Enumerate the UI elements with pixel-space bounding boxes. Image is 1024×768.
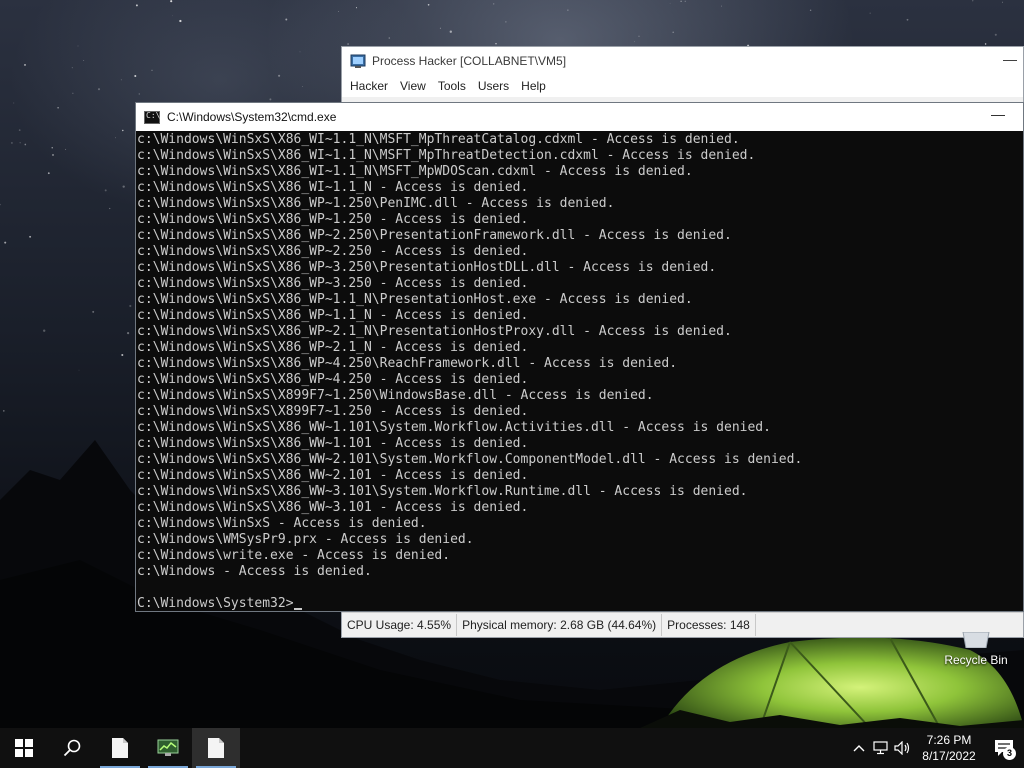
cmd-output-line: c:\Windows\WMSysPr9.prx - Access is deni…: [137, 532, 474, 547]
cmd-output-line: c:\Windows\WinSxS\X86_WP~2.1_N - Access …: [137, 340, 529, 355]
network-icon: [873, 741, 888, 755]
cpu-usage-status: CPU Usage: 4.55%: [342, 614, 458, 636]
minimize-button[interactable]: —: [991, 106, 1005, 122]
cmd-output-line: c:\Windows\WinSxS\X86_WI~1.1_N\MSFT_MpTh…: [137, 132, 740, 147]
cmd-output-line: c:\Windows\WinSxS\X86_WP~3.250\Presentat…: [137, 260, 717, 275]
file-icon: [112, 738, 128, 758]
cmd-output-line: c:\Windows\WinSxS\X86_WW~1.101 - Access …: [137, 436, 529, 451]
cmd-output-line: c:\Windows\WinSxS\X86_WP~2.1_N\Presentat…: [137, 324, 732, 339]
notification-count-badge: 3: [1003, 747, 1016, 760]
menu-hacker[interactable]: Hacker: [344, 75, 394, 97]
taskbar-app-file-2[interactable]: [192, 728, 240, 768]
cmd-titlebar[interactable]: C:\ C:\Windows\System32\cmd.exe —: [136, 103, 1023, 131]
process-hacker-menubar: Hacker View Tools Users Help: [342, 75, 1023, 97]
search-button[interactable]: [48, 728, 96, 768]
clock-date: 8/17/2022: [922, 749, 976, 763]
cmd-output-line: c:\Windows - Access is denied.: [137, 564, 372, 579]
menu-help[interactable]: Help: [515, 75, 552, 97]
cmd-icon: C:\: [144, 110, 160, 124]
cmd-output-line: c:\Windows\WinSxS\X86_WW~3.101\System.Wo…: [137, 484, 748, 499]
cmd-output-line: c:\Windows\WinSxS\X86_WP~1.1_N\Presentat…: [137, 292, 693, 307]
start-button[interactable]: [0, 728, 48, 768]
cmd-output-line: c:\Windows\WinSxS\X86_WP~1.250\PenIMC.dl…: [137, 196, 615, 211]
search-icon: [63, 739, 81, 757]
network-tray-button[interactable]: [870, 728, 892, 768]
cmd-window[interactable]: C:\ C:\Windows\System32\cmd.exe — c:\Win…: [135, 102, 1024, 612]
text-cursor: [293, 608, 302, 610]
menu-tools[interactable]: Tools: [432, 75, 472, 97]
cmd-output-line: c:\Windows\WinSxS\X86_WP~1.250 - Access …: [137, 212, 529, 227]
cmd-output-line: c:\Windows\WinSxS - Access is denied.: [137, 516, 427, 531]
minimize-button[interactable]: —: [1003, 51, 1017, 67]
cmd-console-output[interactable]: c:\Windows\WinSxS\X86_WI~1.1_N\MSFT_MpTh…: [136, 132, 1023, 611]
clock-time: 7:26 PM: [926, 733, 972, 747]
processes-status: Processes: 148: [662, 614, 756, 636]
cmd-output-line: c:\Windows\WinSxS\X86_WI~1.1_N\MSFT_MpTh…: [137, 148, 756, 163]
cmd-output-lines: c:\Windows\WinSxS\X86_WI~1.1_N\MSFT_MpTh…: [137, 132, 1023, 580]
speaker-icon: [894, 741, 910, 755]
cmd-output-line: c:\Windows\WinSxS\X86_WW~2.101\System.Wo…: [137, 452, 803, 467]
cmd-output-line: c:\Windows\WinSxS\X86_WP~3.250 - Access …: [137, 276, 529, 291]
file-icon: [208, 738, 224, 758]
taskbar-app-process-hacker[interactable]: [144, 728, 192, 768]
menu-view[interactable]: View: [394, 75, 432, 97]
cmd-output-line: c:\Windows\WinSxS\X899F7~1.250\WindowsBa…: [137, 388, 654, 403]
taskbar-app-file-1[interactable]: [96, 728, 144, 768]
cmd-output-line: c:\Windows\WinSxS\X86_WP~1.1_N - Access …: [137, 308, 529, 323]
cmd-output-line: c:\Windows\WinSxS\X86_WI~1.1_N\MSFT_MpWD…: [137, 164, 693, 179]
cmd-title: C:\Windows\System32\cmd.exe: [167, 110, 337, 124]
process-hacker-icon: [350, 54, 366, 68]
process-hacker-title: Process Hacker [COLLABNET\VM5]: [372, 54, 567, 68]
cmd-output-line: c:\Windows\WinSxS\X86_WP~2.250 - Access …: [137, 244, 529, 259]
cmd-output-line: c:\Windows\WinSxS\X86_WP~4.250 - Access …: [137, 372, 529, 387]
taskbar: 7:26 PM 8/17/2022 3: [0, 728, 1024, 768]
system-tray: 7:26 PM 8/17/2022 3: [848, 728, 1024, 768]
cmd-output-line: c:\Windows\WinSxS\X86_WI~1.1_N - Access …: [137, 180, 529, 195]
cmd-prompt-line[interactable]: C:\Windows\System32>: [137, 596, 1023, 611]
windows-start-icon: [15, 739, 33, 757]
recycle-bin-label: Recycle Bin: [944, 653, 1008, 667]
cmd-prompt: C:\Windows\System32>: [137, 596, 294, 611]
menu-users[interactable]: Users: [472, 75, 515, 97]
cmd-output-line: c:\Windows\WinSxS\X86_WW~2.101 - Access …: [137, 468, 529, 483]
cmd-output-line: c:\Windows\WinSxS\X86_WP~2.250\Presentat…: [137, 228, 732, 243]
cmd-output-line: c:\Windows\WinSxS\X86_WW~3.101 - Access …: [137, 500, 529, 515]
cmd-output-line: c:\Windows\write.exe - Access is denied.: [137, 548, 451, 563]
cmd-output-line: c:\Windows\WinSxS\X899F7~1.250 - Access …: [137, 404, 529, 419]
action-center-button[interactable]: 3: [984, 728, 1024, 768]
chevron-up-icon: [853, 745, 865, 752]
cmd-output-line: c:\Windows\WinSxS\X86_WP~4.250\ReachFram…: [137, 356, 678, 371]
show-hidden-icons-button[interactable]: [848, 728, 870, 768]
physical-memory-status: Physical memory: 2.68 GB (44.64%): [457, 614, 663, 636]
clock[interactable]: 7:26 PM 8/17/2022: [914, 732, 984, 764]
cmd-output-line: c:\Windows\WinSxS\X86_WW~1.101\System.Wo…: [137, 420, 771, 435]
process-hacker-titlebar[interactable]: Process Hacker [COLLABNET\VM5] —: [342, 47, 1023, 75]
recycle-bin-shortcut[interactable]: Recycle Bin: [938, 631, 1014, 667]
process-hacker-statusbar: CPU Usage: 4.55% Physical memory: 2.68 G…: [342, 612, 1023, 637]
volume-tray-button[interactable]: [892, 728, 914, 768]
recycle-bin-icon: [962, 631, 990, 649]
process-hacker-icon: [157, 739, 179, 756]
